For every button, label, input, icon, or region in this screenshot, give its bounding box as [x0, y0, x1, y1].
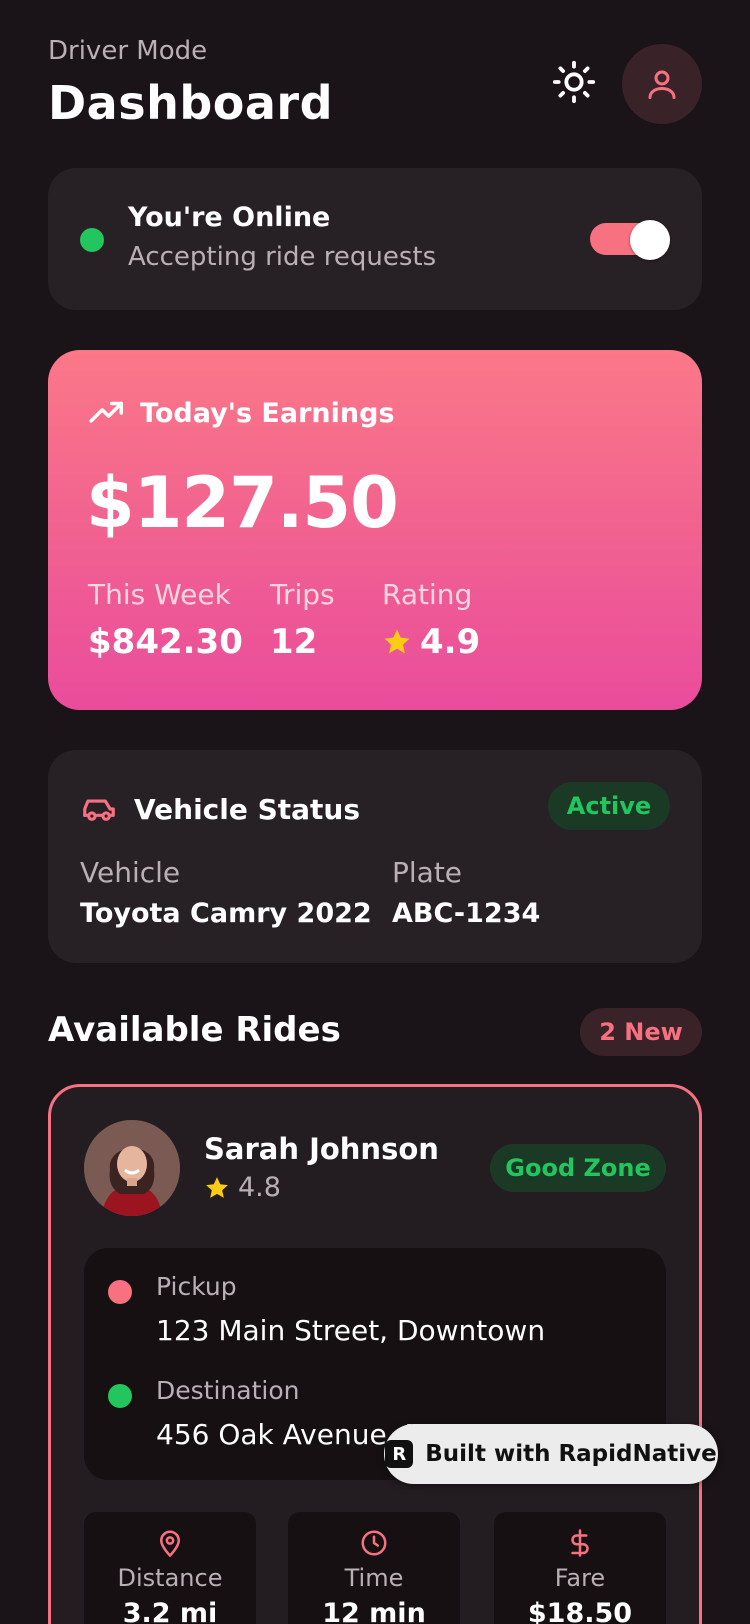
distance-metric: Distance 3.2 mi [84, 1512, 256, 1624]
map-pin-icon [159, 1530, 181, 1558]
rapidnative-logo-icon: R [385, 1440, 414, 1468]
online-title: You're Online [128, 202, 331, 233]
trending-up-icon [89, 401, 123, 423]
trips-label: Trips [270, 578, 335, 611]
online-toggle-knob[interactable] [630, 220, 670, 260]
user-icon [648, 70, 676, 99]
dollar-icon [571, 1529, 589, 1557]
pickup-label: Pickup [156, 1272, 237, 1301]
vehicle-status-badge: Active [548, 782, 670, 830]
fare-label: Fare [554, 1564, 606, 1592]
theme-toggle-button[interactable] [548, 56, 600, 108]
rating-value: 4.9 [420, 622, 481, 662]
mode-subtitle: Driver Mode [48, 36, 208, 66]
star-icon [384, 629, 410, 654]
vehicle-header: Vehicle Status [80, 790, 360, 828]
vehicle-value: Toyota Camry 2022 [80, 898, 372, 929]
plate-label: Plate [392, 856, 463, 889]
star-icon [206, 1176, 228, 1198]
car-icon [83, 799, 115, 821]
online-subtitle: Accepting ride requests [128, 242, 437, 272]
earnings-amount: $127.50 [86, 462, 399, 544]
vehicle-label: Vehicle [80, 856, 181, 889]
week-value: $842.30 [88, 622, 243, 662]
zone-badge: Good Zone [490, 1144, 666, 1192]
fare-metric: Fare $18.50 [494, 1512, 666, 1624]
earnings-header: Today's Earnings [88, 394, 395, 432]
built-with-text: Built with RapidNative [425, 1441, 717, 1467]
fare-value: $18.50 [527, 1598, 633, 1624]
online-indicator [80, 228, 104, 252]
sun-icon [552, 60, 596, 104]
rides-section-title: Available Rides [48, 1010, 341, 1050]
new-rides-badge: 2 New [580, 1008, 702, 1056]
week-label: This Week [88, 578, 231, 611]
rider-avatar [84, 1120, 180, 1216]
distance-value: 3.2 mi [122, 1598, 218, 1624]
time-metric: Time 12 min [288, 1512, 460, 1624]
page-title: Dashboard [48, 76, 334, 130]
clock-icon [361, 1530, 387, 1556]
pickup-dot [108, 1280, 132, 1304]
rider-name: Sarah Johnson [204, 1132, 439, 1166]
destination-dot [108, 1384, 132, 1408]
rating-value-row: 4.9 [382, 622, 480, 662]
vehicle-title: Vehicle Status [134, 792, 361, 826]
rating-label: Rating [382, 578, 473, 611]
trips-value: 12 [270, 622, 318, 662]
earnings-title: Today's Earnings [140, 397, 395, 429]
rider-rating-row: 4.8 [204, 1172, 281, 1203]
time-value: 12 min [322, 1598, 426, 1624]
built-with-badge[interactable]: R Built with RapidNative [384, 1424, 718, 1484]
pickup-address: 123 Main Street, Downtown [156, 1314, 546, 1347]
plate-value: ABC-1234 [392, 898, 541, 929]
destination-label: Destination [156, 1376, 300, 1405]
profile-button[interactable] [622, 44, 702, 124]
rider-rating: 4.8 [238, 1172, 281, 1203]
time-label: Time [344, 1564, 404, 1592]
distance-label: Distance [117, 1564, 223, 1592]
